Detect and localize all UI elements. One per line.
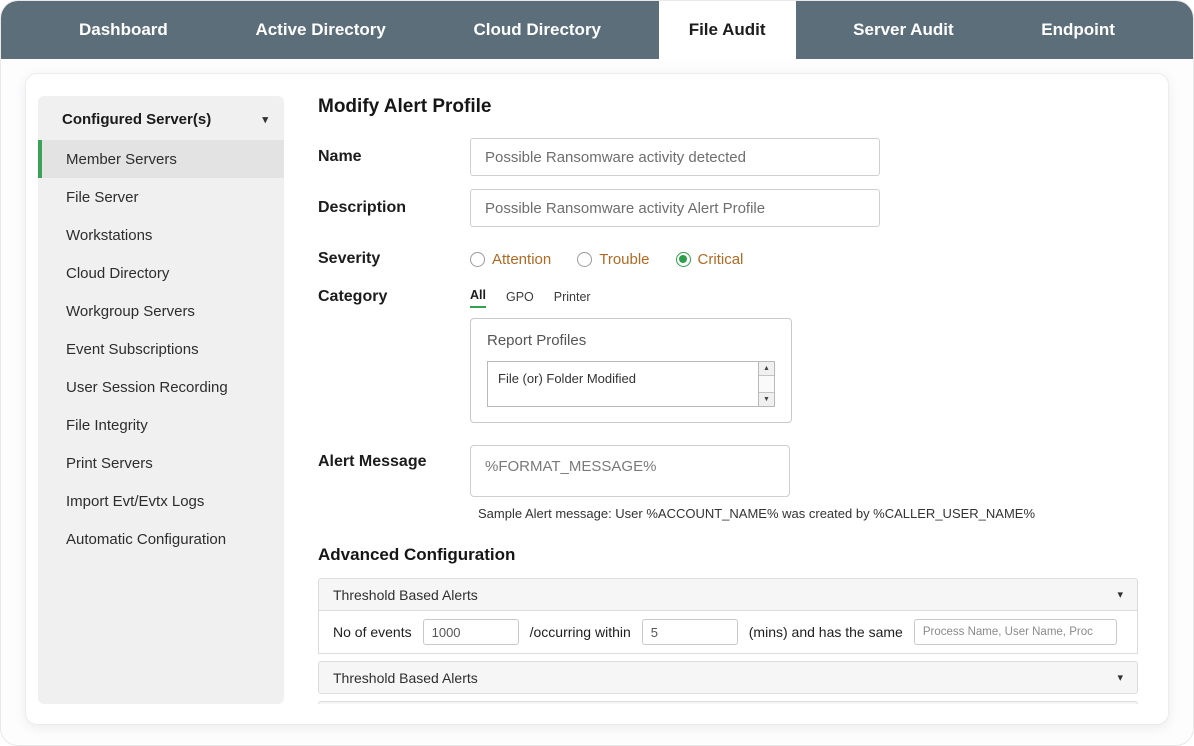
threshold-accordion-1-body: No of events /occurring within (mins) an…: [318, 611, 1138, 654]
nav-tab-file-audit[interactable]: File Audit: [659, 1, 796, 59]
severity-option-critical[interactable]: Critical: [676, 251, 744, 268]
nav-tab-dashboard[interactable]: Dashboard: [49, 1, 198, 59]
occurring-within-input[interactable]: [642, 619, 738, 645]
threshold-accordion-1-title: Threshold Based Alerts: [333, 587, 478, 603]
threshold-accordion-1: Threshold Based Alerts ▾ No of events /o…: [318, 578, 1138, 654]
sidebar-item-cloud-directory[interactable]: Cloud Directory: [38, 254, 284, 292]
category-tab-printer[interactable]: Printer: [554, 290, 591, 308]
listbox-items: File (or) Folder Modified: [488, 362, 758, 406]
main-panel: Modify Alert Profile Name Description Se…: [284, 96, 1138, 704]
severity-row: Severity Attention Trouble Critical: [318, 240, 1138, 278]
name-label: Name: [318, 148, 470, 166]
scroll-up-icon[interactable]: ▲: [759, 362, 774, 376]
severity-option-attention[interactable]: Attention: [470, 251, 551, 268]
chevron-down-icon: ▾: [1117, 588, 1123, 601]
chevron-down-icon: ▾: [262, 113, 268, 126]
events-count-input[interactable]: [423, 619, 519, 645]
app-window: Dashboard Active Directory Cloud Directo…: [0, 0, 1194, 746]
severity-label: Severity: [318, 250, 470, 268]
listbox-scrollbar[interactable]: ▲ ▼: [758, 362, 774, 406]
category-label: Category: [318, 286, 470, 306]
sidebar-item-print-servers[interactable]: Print Servers: [38, 444, 284, 482]
sidebar-item-import-evt-logs[interactable]: Import Evt/Evtx Logs: [38, 482, 284, 520]
sidebar-header-label: Configured Server(s): [62, 111, 211, 128]
threshold-accordion-3: Threshold Based Alerts ▾: [318, 701, 1138, 704]
description-row: Description: [318, 189, 1138, 227]
description-input[interactable]: [470, 189, 880, 227]
top-navigation: Dashboard Active Directory Cloud Directo…: [1, 1, 1193, 59]
nav-tab-server-audit[interactable]: Server Audit: [823, 1, 983, 59]
radio-checked-icon[interactable]: [676, 252, 691, 267]
nav-tab-active-directory[interactable]: Active Directory: [225, 1, 415, 59]
chevron-down-icon: ▾: [1117, 671, 1123, 684]
mins-same-label: (mins) and has the same: [749, 624, 903, 640]
threshold-accordion-1-header[interactable]: Threshold Based Alerts ▾: [318, 578, 1138, 611]
alert-message-input[interactable]: %FORMAT_MESSAGE%: [470, 445, 790, 497]
severity-options: Attention Trouble Critical: [470, 240, 743, 278]
category-tab-gpo[interactable]: GPO: [506, 290, 534, 308]
report-profiles-title: Report Profiles: [487, 332, 775, 349]
nav-tab-endpoint[interactable]: Endpoint: [1011, 1, 1145, 59]
page-title: Modify Alert Profile: [318, 96, 1138, 118]
radio-unchecked-icon[interactable]: [577, 252, 592, 267]
threshold-accordion-2-title: Threshold Based Alerts: [333, 670, 478, 686]
category-row: Category All GPO Printer Report Profiles…: [318, 286, 1138, 423]
severity-option-trouble[interactable]: Trouble: [577, 251, 649, 268]
sidebar-item-file-integrity[interactable]: File Integrity: [38, 406, 284, 444]
alert-message-hint: Sample Alert message: User %ACCOUNT_NAME…: [478, 506, 1138, 521]
severity-trouble-label: Trouble: [599, 251, 649, 268]
occurring-within-label: /occurring within: [530, 624, 631, 640]
category-tab-all[interactable]: All: [470, 288, 486, 308]
category-tabs: All GPO Printer: [470, 288, 792, 308]
sidebar-item-workgroup-servers[interactable]: Workgroup Servers: [38, 292, 284, 330]
alert-message-label: Alert Message: [318, 445, 470, 471]
sidebar-item-user-session-recording[interactable]: User Session Recording: [38, 368, 284, 406]
name-input[interactable]: [470, 138, 880, 176]
threshold-accordion-2-header[interactable]: Threshold Based Alerts ▾: [318, 661, 1138, 694]
sidebar-item-workstations[interactable]: Workstations: [38, 216, 284, 254]
severity-attention-label: Attention: [492, 251, 551, 268]
sidebar: Configured Server(s) ▾ Member Servers Fi…: [38, 96, 284, 704]
sidebar-item-event-subscriptions[interactable]: Event Subscriptions: [38, 330, 284, 368]
severity-critical-label: Critical: [698, 251, 744, 268]
description-label: Description: [318, 199, 470, 217]
nav-tab-cloud-directory[interactable]: Cloud Directory: [444, 1, 632, 59]
sidebar-item-member-servers[interactable]: Member Servers: [38, 140, 284, 178]
threshold-accordion-2: Threshold Based Alerts ▾: [318, 661, 1138, 694]
sidebar-header-configured-servers[interactable]: Configured Server(s) ▾: [38, 96, 284, 140]
events-count-label: No of events: [333, 624, 412, 640]
sidebar-item-automatic-configuration[interactable]: Automatic Configuration: [38, 520, 284, 558]
scroll-down-icon[interactable]: ▼: [759, 392, 774, 406]
radio-unchecked-icon[interactable]: [470, 252, 485, 267]
threshold-accordion-3-header[interactable]: Threshold Based Alerts ▾: [318, 701, 1138, 704]
content-card: Configured Server(s) ▾ Member Servers Fi…: [25, 73, 1169, 725]
alert-message-row: Alert Message %FORMAT_MESSAGE%: [318, 445, 1138, 497]
report-profiles-box: Report Profiles File (or) Folder Modifie…: [470, 318, 792, 423]
advanced-configuration-title: Advanced Configuration: [318, 545, 1138, 565]
category-block: All GPO Printer Report Profiles File (or…: [470, 286, 792, 423]
name-row: Name: [318, 138, 1138, 176]
sidebar-item-file-server[interactable]: File Server: [38, 178, 284, 216]
list-item[interactable]: File (or) Folder Modified: [488, 362, 758, 395]
same-fields-input[interactable]: [914, 619, 1117, 645]
report-profiles-listbox: File (or) Folder Modified ▲ ▼: [487, 361, 775, 407]
